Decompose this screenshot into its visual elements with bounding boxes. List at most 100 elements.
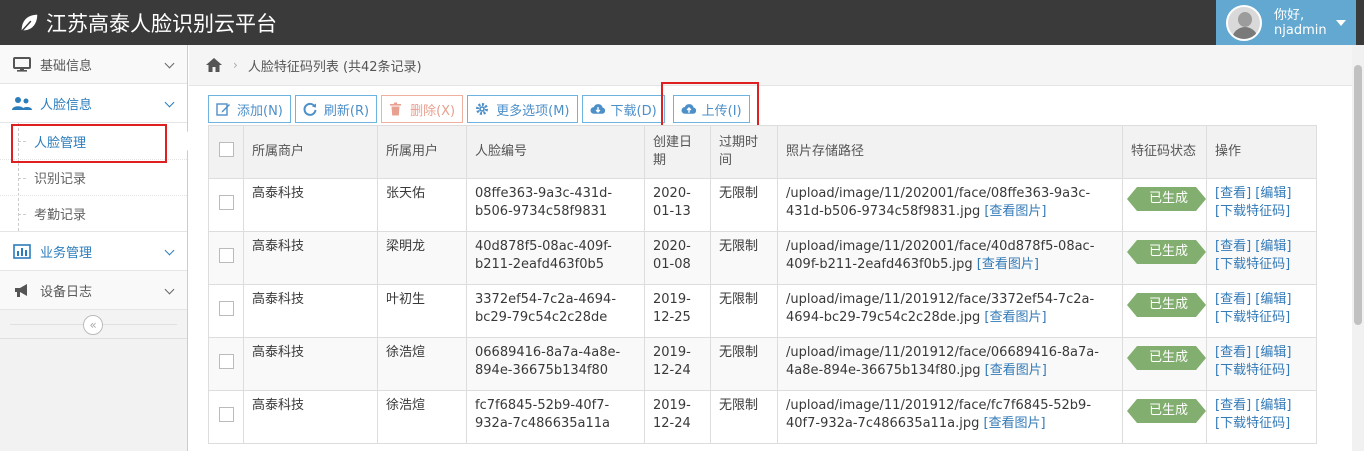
chevron-down-icon <box>164 97 175 108</box>
add-button[interactable]: 添加(N) <box>208 95 291 123</box>
column-header-photo-path[interactable]: 照片存储路径 <box>777 125 1123 179</box>
user-cell: 徐浩煊 <box>377 390 467 444</box>
greeting: 你好, <box>1274 7 1305 23</box>
status-badge: 已生成 <box>1126 240 1207 264</box>
sidebar-item-basic-info[interactable]: 基础信息 <box>0 45 187 84</box>
sidebar-item-face-management[interactable]: 人脸管理 <box>0 123 188 159</box>
created-date-cell: 2019-12-24 <box>644 337 711 391</box>
view-link[interactable]: [查看] <box>1215 398 1251 413</box>
table-row[interactable]: 高泰科技 徐浩煊 fc7f6845-52b9-40f7-932a-7c48663… <box>208 390 1317 444</box>
download-feature-link[interactable]: [下载特征码] <box>1215 257 1290 272</box>
expire-cell: 无限制 <box>710 231 778 285</box>
scrollbar-thumb[interactable] <box>1354 65 1362 325</box>
status-cell: 已生成 <box>1122 337 1207 391</box>
chevron-down-icon <box>164 245 175 256</box>
table-row[interactable]: 高泰科技 叶初生 3372ef54-7c2a-4694-bc29-79c54c2… <box>208 284 1317 338</box>
actions-cell: [查看] [编辑] [下载特征码] <box>1206 284 1317 338</box>
sidebar-item-device-log[interactable]: 设备日志 <box>0 271 187 310</box>
status-cell: 已生成 <box>1122 390 1207 444</box>
row-select-cell <box>208 178 244 232</box>
download-feature-link[interactable]: [下载特征码] <box>1215 204 1290 219</box>
table-row[interactable]: 高泰科技 梁明龙 40d878f5-08ac-409f-b211-2eafd46… <box>208 231 1317 285</box>
refresh-button[interactable]: 刷新(R) <box>294 95 378 123</box>
sidebar-item-business-management[interactable]: 业务管理 <box>0 232 187 271</box>
row-checkbox[interactable] <box>218 247 234 263</box>
delete-button-label: 删除(X) <box>410 103 456 119</box>
column-header-expire[interactable]: 过期时间 <box>710 125 778 179</box>
view-image-link[interactable]: [查看图片] <box>983 416 1045 431</box>
status-badge: 已生成 <box>1126 399 1207 423</box>
brand[interactable]: 江苏高泰人脸识别云平台 <box>18 0 277 45</box>
expire-cell: 无限制 <box>710 390 778 444</box>
download-feature-link[interactable]: [下载特征码] <box>1215 416 1290 431</box>
view-link[interactable]: [查看] <box>1215 186 1251 201</box>
select-all-cell <box>208 125 244 179</box>
breadcrumb-separator: › <box>233 58 238 72</box>
view-image-link[interactable]: [查看图片] <box>984 204 1046 219</box>
username: njadmin <box>1274 22 1327 38</box>
vertical-scrollbar[interactable] <box>1352 45 1364 451</box>
face-feature-table: 所属商户 所属用户 人脸编号 创建日期 过期时间 照片存储路径 特征码状态 操作… <box>208 125 1317 444</box>
face-id-cell: 3372ef54-7c2a-4694-bc29-79c54c2c28de <box>466 284 645 338</box>
edit-link[interactable]: [编辑] <box>1255 345 1291 360</box>
row-checkbox[interactable] <box>218 194 234 210</box>
row-checkbox[interactable] <box>218 353 234 369</box>
refresh-icon <box>303 102 319 116</box>
download-feature-link[interactable]: [下载特征码] <box>1215 363 1290 378</box>
status-badge: 已生成 <box>1126 187 1207 211</box>
download-button[interactable]: 下载(D) <box>581 95 665 123</box>
upload-button[interactable]: 上传(I) <box>672 95 750 123</box>
sidebar: 基础信息 人脸信息 人脸管理 识别记录 考勤记录 业务管理 设备日志 « <box>0 45 188 451</box>
view-image-link[interactable]: [查看图片] <box>977 257 1039 272</box>
edit-link[interactable]: [编辑] <box>1255 186 1291 201</box>
view-link[interactable]: [查看] <box>1215 345 1251 360</box>
sidebar-item-face-info[interactable]: 人脸信息 <box>0 84 187 123</box>
photo-path-cell: /upload/image/11/202001/face/40d878f5-08… <box>777 231 1123 285</box>
row-checkbox[interactable] <box>218 406 234 422</box>
table-row[interactable]: 高泰科技 徐浩煊 06689416-8a7a-4a8e-894e-36675b1… <box>208 337 1317 391</box>
column-header-user[interactable]: 所属用户 <box>377 125 467 179</box>
users-icon <box>12 95 32 111</box>
user-menu[interactable]: 你好, njadmin <box>1216 0 1356 45</box>
sidebar-item-label: 人脸信息 <box>40 97 93 113</box>
bar-chart-icon <box>12 243 32 259</box>
select-all-checkbox[interactable] <box>218 141 234 157</box>
home-icon[interactable] <box>205 57 223 73</box>
column-header-created[interactable]: 创建日期 <box>644 125 711 179</box>
created-date-cell: 2019-12-25 <box>644 284 711 338</box>
photo-path-cell: /upload/image/11/201912/face/3372ef54-7c… <box>777 284 1123 338</box>
caret-down-icon <box>1336 20 1346 26</box>
row-checkbox[interactable] <box>218 300 234 316</box>
table-row[interactable]: 高泰科技 张天佑 08ffe363-9a3c-431d-b506-9734c58… <box>208 178 1317 232</box>
created-date-cell: 2019-12-24 <box>644 390 711 444</box>
more-options-button[interactable]: 更多选项(M) <box>467 95 578 123</box>
merchant-cell: 高泰科技 <box>243 284 378 338</box>
expire-cell: 无限制 <box>710 178 778 232</box>
view-link[interactable]: [查看] <box>1215 292 1251 307</box>
chevron-down-icon <box>164 58 175 69</box>
column-header-face-id[interactable]: 人脸编号 <box>466 125 645 179</box>
collapse-sidebar-button[interactable]: « <box>83 315 103 335</box>
row-select-cell <box>208 337 244 391</box>
delete-button[interactable]: 删除(X) <box>381 95 464 123</box>
actions-cell: [查看] [编辑] [下载特征码] <box>1206 231 1317 285</box>
column-header-merchant[interactable]: 所属商户 <box>243 125 378 179</box>
photo-path-cell: /upload/image/11/201912/face/fc7f6845-52… <box>777 390 1123 444</box>
edit-link[interactable]: [编辑] <box>1255 239 1291 254</box>
column-header-actions: 操作 <box>1206 125 1317 179</box>
edit-link[interactable]: [编辑] <box>1255 292 1291 307</box>
sidebar-item-recognition-records[interactable]: 识别记录 <box>0 159 187 195</box>
view-image-link[interactable]: [查看图片] <box>984 310 1046 325</box>
download-feature-link[interactable]: [下载特征码] <box>1215 310 1290 325</box>
edit-link[interactable]: [编辑] <box>1255 398 1291 413</box>
table-header-row: 所属商户 所属用户 人脸编号 创建日期 过期时间 照片存储路径 特征码状态 操作 <box>208 125 1317 179</box>
face-id-cell: 40d878f5-08ac-409f-b211-2eafd463f0b5 <box>466 231 645 285</box>
actions-cell: [查看] [编辑] [下载特征码] <box>1206 178 1317 232</box>
view-image-link[interactable]: [查看图片] <box>985 363 1047 378</box>
actions-cell: [查看] [编辑] [下载特征码] <box>1206 390 1317 444</box>
column-header-status[interactable]: 特征码状态 <box>1122 125 1207 179</box>
sidebar-item-attendance-records[interactable]: 考勤记录 <box>0 195 187 231</box>
view-link[interactable]: [查看] <box>1215 239 1251 254</box>
expire-cell: 无限制 <box>710 284 778 338</box>
merchant-cell: 高泰科技 <box>243 337 378 391</box>
